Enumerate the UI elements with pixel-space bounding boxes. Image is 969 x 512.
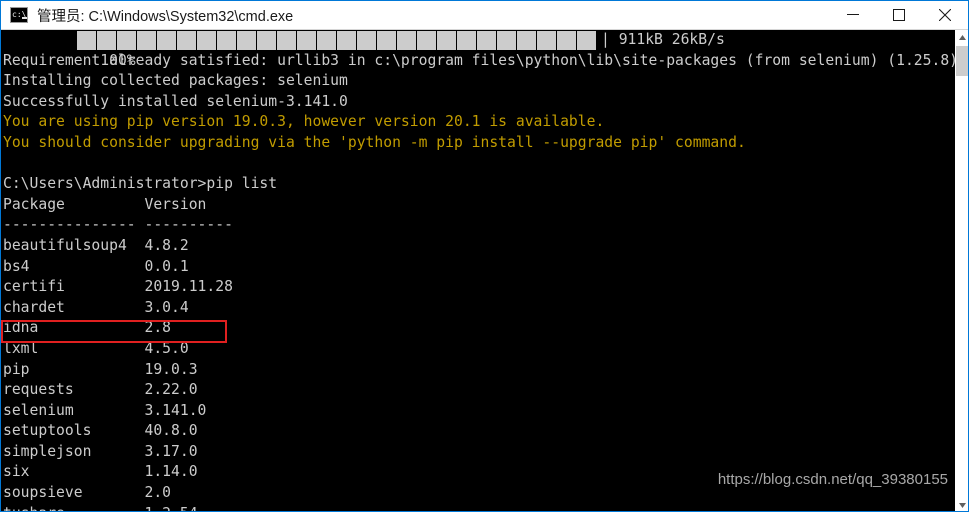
- progress-block: [117, 31, 136, 50]
- terminal-line: bs4 0.0.1: [3, 257, 189, 275]
- progress-block: [537, 31, 556, 50]
- download-progress-row: 100% | 911kB 26kB/s: [1, 30, 956, 69]
- terminal-line: Installing collected packages: selenium: [3, 72, 348, 90]
- terminal-line: Successfully installed selenium-3.141.0: [3, 92, 348, 110]
- terminal-line: chardet 3.0.4: [3, 298, 189, 316]
- terminal-line: setuptools 40.8.0: [3, 422, 198, 440]
- close-button[interactable]: [922, 1, 968, 29]
- progress-block: [517, 31, 536, 50]
- progress-bar: [77, 31, 596, 50]
- progress-block: [217, 31, 236, 50]
- minimize-button[interactable]: [830, 1, 876, 29]
- terminal-line: You should consider upgrading via the 'p…: [3, 133, 746, 151]
- console-scrollbar[interactable]: [955, 30, 968, 511]
- progress-block: [437, 31, 456, 50]
- progress-percent: 100%: [100, 51, 136, 69]
- progress-block: [297, 31, 316, 50]
- scroll-thumb[interactable]: [956, 46, 968, 76]
- progress-speed: 26kB/s: [671, 31, 725, 48]
- terminal-line: Package Version: [3, 195, 207, 213]
- progress-block: [277, 31, 296, 50]
- progress-block: [317, 31, 336, 50]
- progress-block: [417, 31, 436, 50]
- progress-block: [337, 31, 356, 50]
- window-title: 管理员: C:\Windows\System32\cmd.exe: [37, 8, 294, 25]
- progress-size: 911kB: [618, 31, 663, 48]
- title-bar[interactable]: 管理员: C:\Windows\System32\cmd.exe: [1, 1, 968, 30]
- progress-block: [177, 31, 196, 50]
- terminal-line: certifi 2019.11.28: [3, 278, 233, 296]
- terminal-line: Requirement already satisfied: urllib3 i…: [3, 51, 956, 69]
- terminal-line: requests 2.22.0: [3, 381, 198, 399]
- cmd-window: 管理员: C:\Windows\System32\cmd.exe 100% | …: [0, 0, 969, 512]
- progress-block: [137, 31, 156, 50]
- watermark: https://blog.csdn.net/qq_39380155: [717, 471, 948, 489]
- terminal-line: --------------- ----------: [3, 216, 233, 234]
- terminal-line: You are using pip version 19.0.3, howeve…: [3, 113, 605, 131]
- terminal-line: selenium 3.141.0: [3, 401, 207, 419]
- terminal-line: beautifulsoup4 4.8.2: [3, 236, 189, 254]
- progress-block: [237, 31, 256, 50]
- terminal-line: tushare 1.2.54: [1, 504, 956, 511]
- progress-stats: | 911kB 26kB/s: [601, 31, 725, 48]
- scroll-down-arrow[interactable]: [956, 498, 968, 511]
- progress-block: [497, 31, 516, 50]
- terminal-line: C:\Users\Administrator>pip list: [3, 175, 278, 193]
- terminal-line: idna 2.8: [3, 319, 172, 337]
- scroll-up-arrow[interactable]: [956, 30, 968, 44]
- terminal-line: pip 19.0.3: [3, 360, 198, 378]
- window-controls: [830, 1, 968, 29]
- progress-block: [357, 31, 376, 50]
- progress-block: [397, 31, 416, 50]
- progress-block: [77, 31, 96, 50]
- progress-block: [457, 31, 476, 50]
- progress-block: [97, 31, 116, 50]
- terminal-line: lxml 4.5.0: [3, 339, 189, 357]
- progress-block: [577, 31, 596, 50]
- progress-block: [557, 31, 576, 50]
- cmd-console-icon: [10, 7, 28, 23]
- progress-block: [157, 31, 176, 50]
- progress-block: [477, 31, 496, 50]
- progress-block: [377, 31, 396, 50]
- terminal-lines: Requirement already satisfied: urllib3 i…: [1, 51, 956, 511]
- terminal-line: simplejson 3.17.0: [3, 442, 198, 460]
- maximize-button[interactable]: [876, 1, 922, 29]
- console-output-area[interactable]: 100% | 911kB 26kB/s Requirement already …: [1, 30, 956, 511]
- progress-block: [257, 31, 276, 50]
- progress-block: [197, 31, 216, 50]
